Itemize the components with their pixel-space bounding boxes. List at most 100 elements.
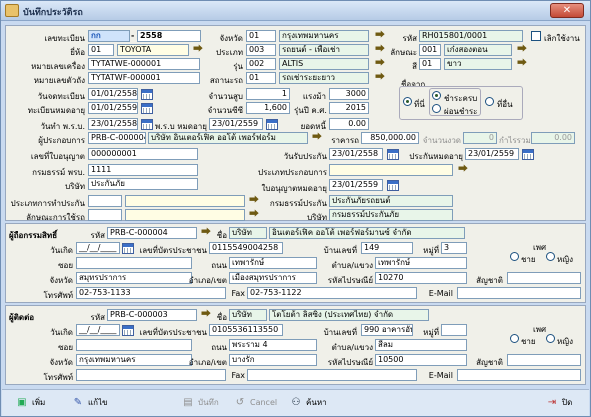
seats-field[interactable]: 1 [246, 88, 290, 100]
color-code-field[interactable]: 01 [419, 58, 441, 70]
holder-code-label: รหัส [90, 313, 105, 322]
holder-email-field[interactable] [457, 369, 581, 381]
owner-road-field[interactable]: เทพารักษ์ [229, 257, 317, 269]
owner-idcard-field[interactable]: 0115549004258 [209, 242, 283, 254]
owner-province-field[interactable]: สมุทรปราการ [76, 272, 192, 284]
model-code-field[interactable]: 002 [246, 58, 276, 70]
regdate-field[interactable]: 01/01/2558 [88, 88, 138, 100]
calendar-icon[interactable] [141, 103, 153, 114]
owner-zip-field[interactable]: 10270 [375, 272, 467, 284]
holder-phone-field[interactable] [76, 369, 226, 381]
save-button[interactable]: ▤ บันทึก [182, 395, 218, 412]
owner-moo-field[interactable]: 3 [441, 242, 467, 254]
holder-subdistrict-field[interactable]: สีลม [375, 339, 467, 351]
owner-phone-field[interactable]: 02-753-1133 [76, 287, 226, 299]
calendar-icon[interactable] [387, 149, 399, 160]
ton-field[interactable]: 1,600 [246, 102, 290, 114]
province-code-field[interactable]: 01 [246, 30, 276, 42]
search-icon[interactable]: ⮕ [310, 132, 324, 144]
calendar-icon[interactable] [387, 180, 399, 191]
search-button[interactable]: ⚇ ค้นหา [290, 395, 327, 412]
insstart-label: วันรับประกัน [283, 152, 327, 161]
ownership-here-radio[interactable] [403, 97, 412, 106]
owner-female-radio[interactable] [546, 252, 555, 261]
search-icon[interactable]: ⮕ [515, 44, 529, 56]
edit-button[interactable]: ✎ แก้ไข [72, 395, 108, 412]
calendar-icon[interactable] [141, 89, 153, 100]
owner-subdistrict-field[interactable]: เทพารักษ์ [375, 257, 467, 269]
brand-code-field[interactable]: 01 [88, 44, 114, 56]
dealer-code-field[interactable]: PRB-C-000004 [88, 132, 146, 144]
type-code-field[interactable]: 003 [246, 44, 276, 56]
owner-fax-field[interactable]: 02-753-1122 [247, 287, 417, 299]
holder-subdistrict-label: ตำบล/แขวง [331, 343, 373, 352]
reg-number-field[interactable]: 2558 [137, 30, 201, 42]
search-icon[interactable]: ⮕ [373, 72, 387, 84]
power-field[interactable]: 3000 [329, 88, 369, 100]
engine-field[interactable]: TYTATWF-000001 [88, 72, 200, 84]
add-button[interactable]: ▣ เพิ่ม [16, 395, 45, 412]
close-button[interactable]: ⇥ ปิด [546, 395, 572, 412]
act-field[interactable]: 23/01/2558 [88, 118, 138, 130]
calendar-icon[interactable] [122, 243, 134, 254]
holder-fax-field[interactable] [247, 369, 417, 381]
holder-dob-field[interactable]: __/__/____ [76, 324, 120, 336]
calendar-icon[interactable] [122, 325, 134, 336]
chassis-field[interactable]: TYTATWE-000001 [88, 58, 200, 70]
actexp-field[interactable]: 23/01/2559 [209, 118, 263, 130]
holder-road-field[interactable]: พระราม 4 [229, 339, 317, 351]
owner-male-radio[interactable] [510, 252, 519, 261]
cancel-button[interactable]: ↺ Cancel [234, 395, 277, 412]
owner-dob-field[interactable]: __/__/____ [76, 242, 120, 254]
usage-code-field[interactable] [88, 209, 122, 221]
year-field[interactable]: 2015 [329, 102, 369, 114]
holder-district-field[interactable]: บางรัก [229, 354, 317, 366]
company-field[interactable]: ประกันภัย [88, 178, 198, 190]
calendar-icon[interactable] [266, 119, 278, 130]
installment-radio[interactable] [432, 104, 441, 113]
holder-zip-field[interactable]: 10500 [375, 354, 467, 366]
price-field[interactable]: 850,000.00 [361, 132, 419, 144]
chars-code-field[interactable]: 001 [419, 44, 441, 56]
insexp-field[interactable]: 23/01/2559 [465, 148, 519, 160]
holder-province-field[interactable]: กรุงเทพมหานคร [76, 354, 192, 366]
search-icon[interactable]: ⮕ [247, 209, 261, 221]
company2-field: กรมธรรม์ประกันภัย [329, 209, 453, 221]
owner-name-field: อินเตอร์เฟิค ออโต้ เพอร์ฟอร์มานซ์ จำกัด [269, 227, 465, 239]
owner-nation-field[interactable] [507, 272, 581, 284]
search-icon[interactable]: ⮕ [191, 44, 205, 56]
holder-addr-field[interactable]: 990 อาคารอับดุ [361, 324, 413, 336]
owner-soi-field[interactable] [76, 257, 192, 269]
holder-nation-field[interactable] [507, 354, 581, 366]
instype-code-field[interactable] [88, 195, 122, 207]
ownership-elsewhere-radio[interactable] [485, 97, 494, 106]
search-icon[interactable]: ⮕ [515, 58, 529, 70]
insstart-field[interactable]: 23/01/2558 [329, 148, 383, 160]
owner-subdistrict-label: ตำบล/แขวง [331, 261, 373, 270]
cancel-checkbox[interactable] [531, 31, 541, 41]
paid-full-radio[interactable] [432, 91, 441, 100]
status-code-field[interactable]: 01 [246, 72, 276, 84]
debt-field[interactable]: 0.00 [329, 118, 369, 130]
owner-addr-field[interactable]: 149 [361, 242, 413, 254]
regexp-field[interactable]: 01/01/2559 [88, 102, 138, 114]
holder-phone-label: โทรศัพท์ [43, 373, 74, 382]
search-icon[interactable]: ⮕ [456, 164, 470, 176]
holder-female-radio[interactable] [546, 334, 555, 343]
window-close-button[interactable]: ✕ [550, 3, 584, 18]
calendar-icon[interactable] [522, 149, 534, 160]
owner-email-field[interactable] [457, 287, 581, 299]
holder-soi-field[interactable] [76, 339, 192, 351]
reg-prefix-field[interactable]: กก [88, 30, 130, 42]
holder-moo-field[interactable] [441, 324, 467, 336]
owner-district-field[interactable]: เมืองสมุทรปราการ [229, 272, 317, 284]
license-field[interactable]: 000000001 [88, 148, 198, 160]
brand-name-field: TOYOTA [117, 44, 189, 56]
permitexp-field[interactable]: 23/01/2559 [329, 179, 383, 191]
owner-code-field[interactable]: PRB-C-000004 [107, 227, 197, 239]
chars-label: ลักษณะ [390, 48, 417, 57]
holder-code-field[interactable]: PRB-C-000003 [107, 309, 197, 321]
holder-male-radio[interactable] [510, 334, 519, 343]
holder-idcard-field[interactable]: 0105536113550 [209, 324, 283, 336]
policy-field[interactable]: 1111 [88, 164, 198, 176]
